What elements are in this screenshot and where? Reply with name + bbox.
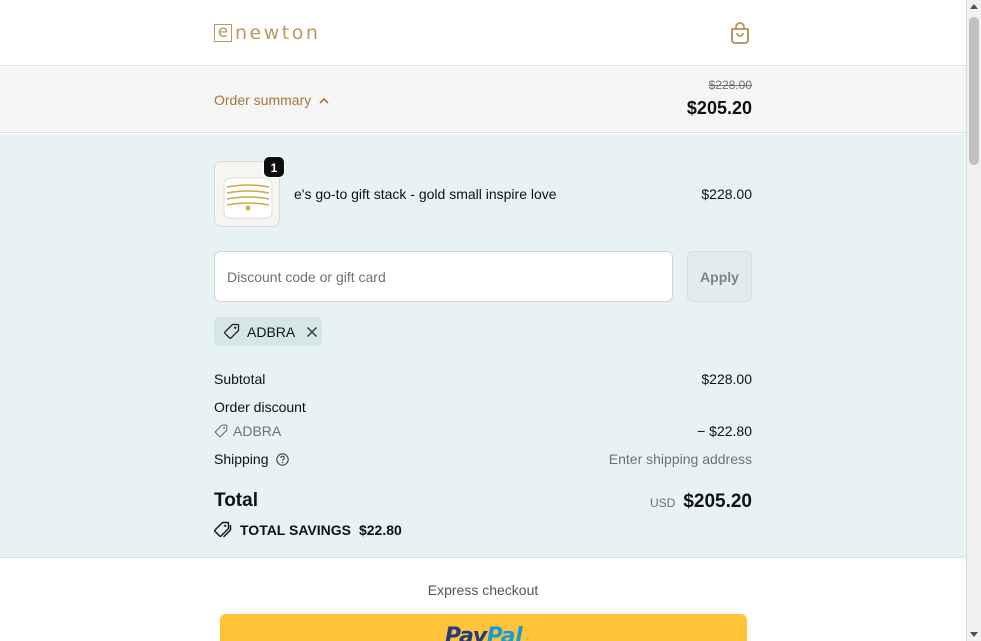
scroll-down-arrow[interactable]: [970, 632, 978, 637]
product-name: e's go-to gift stack - gold small inspir…: [294, 186, 557, 202]
order-details: 1 e's go-to gift stack - gold small insp…: [0, 134, 966, 558]
scroll-up-arrow[interactable]: [970, 4, 978, 9]
page-scrollbar[interactable]: [966, 0, 981, 641]
subtotal-label: Subtotal: [214, 371, 266, 387]
shipping-row: Shipping Enter shipping address: [214, 451, 752, 467]
product-price: $228.00: [701, 186, 752, 202]
currency-code: USD: [649, 496, 676, 510]
checkout-page: e newton Order summary $228.00 $205.20 1…: [0, 0, 966, 641]
express-checkout-label: Express checkout: [427, 582, 539, 598]
discount-code-row: ADBRA − $22.80: [214, 423, 752, 439]
discount-value: − $22.80: [697, 423, 752, 439]
enewton-logo[interactable]: e newton: [214, 22, 320, 44]
header: e newton: [0, 0, 966, 66]
apply-button[interactable]: Apply: [687, 251, 752, 302]
tag-icon: [214, 424, 228, 438]
shipping-value: Enter shipping address: [608, 451, 752, 467]
scrollbar-thumb[interactable]: [969, 17, 979, 165]
paypal-logo: PayPal: [444, 624, 523, 641]
discounted-price: $205.20: [686, 98, 752, 118]
paypal-button[interactable]: PayPal: [220, 614, 747, 641]
applied-discount-chip: ADBRA: [214, 317, 322, 346]
quantity-badge: 1: [263, 156, 285, 178]
help-circle-icon[interactable]: [275, 452, 289, 466]
order-summary-bar: Order summary $228.00 $205.20: [0, 67, 966, 133]
original-price: $228.00: [708, 78, 752, 92]
total-value: $205.20: [683, 491, 752, 512]
shopping-bag-icon[interactable]: [729, 21, 751, 45]
order-discount-row: Order discount: [214, 399, 752, 415]
order-summary-label: Order summary: [214, 92, 312, 108]
total-amount: USD $205.20: [650, 491, 752, 513]
discount-code-label: ADBRA: [233, 423, 282, 439]
logo-mark: e: [214, 24, 232, 42]
chevron-up-icon: [319, 97, 329, 104]
tag-icon: [224, 323, 240, 339]
order-summary-toggle[interactable]: Order summary: [214, 92, 329, 108]
logo-text: newton: [235, 22, 321, 44]
total-label: Total: [214, 490, 258, 511]
order-discount-label: Order discount: [214, 399, 306, 415]
shipping-label: Shipping: [214, 451, 269, 467]
applied-discount-code: ADBRA: [247, 323, 296, 340]
savings-value: $22.80: [358, 521, 402, 538]
subtotal-row: Subtotal $228.00: [214, 371, 752, 387]
subtotal-value: $228.00: [701, 371, 752, 387]
discount-code-input[interactable]: [214, 251, 673, 302]
tags-icon: [214, 521, 232, 538]
total-savings: TOTAL SAVINGS $22.80: [214, 521, 402, 538]
savings-label: TOTAL SAVINGS: [240, 521, 351, 538]
remove-discount-icon[interactable]: [305, 325, 319, 339]
